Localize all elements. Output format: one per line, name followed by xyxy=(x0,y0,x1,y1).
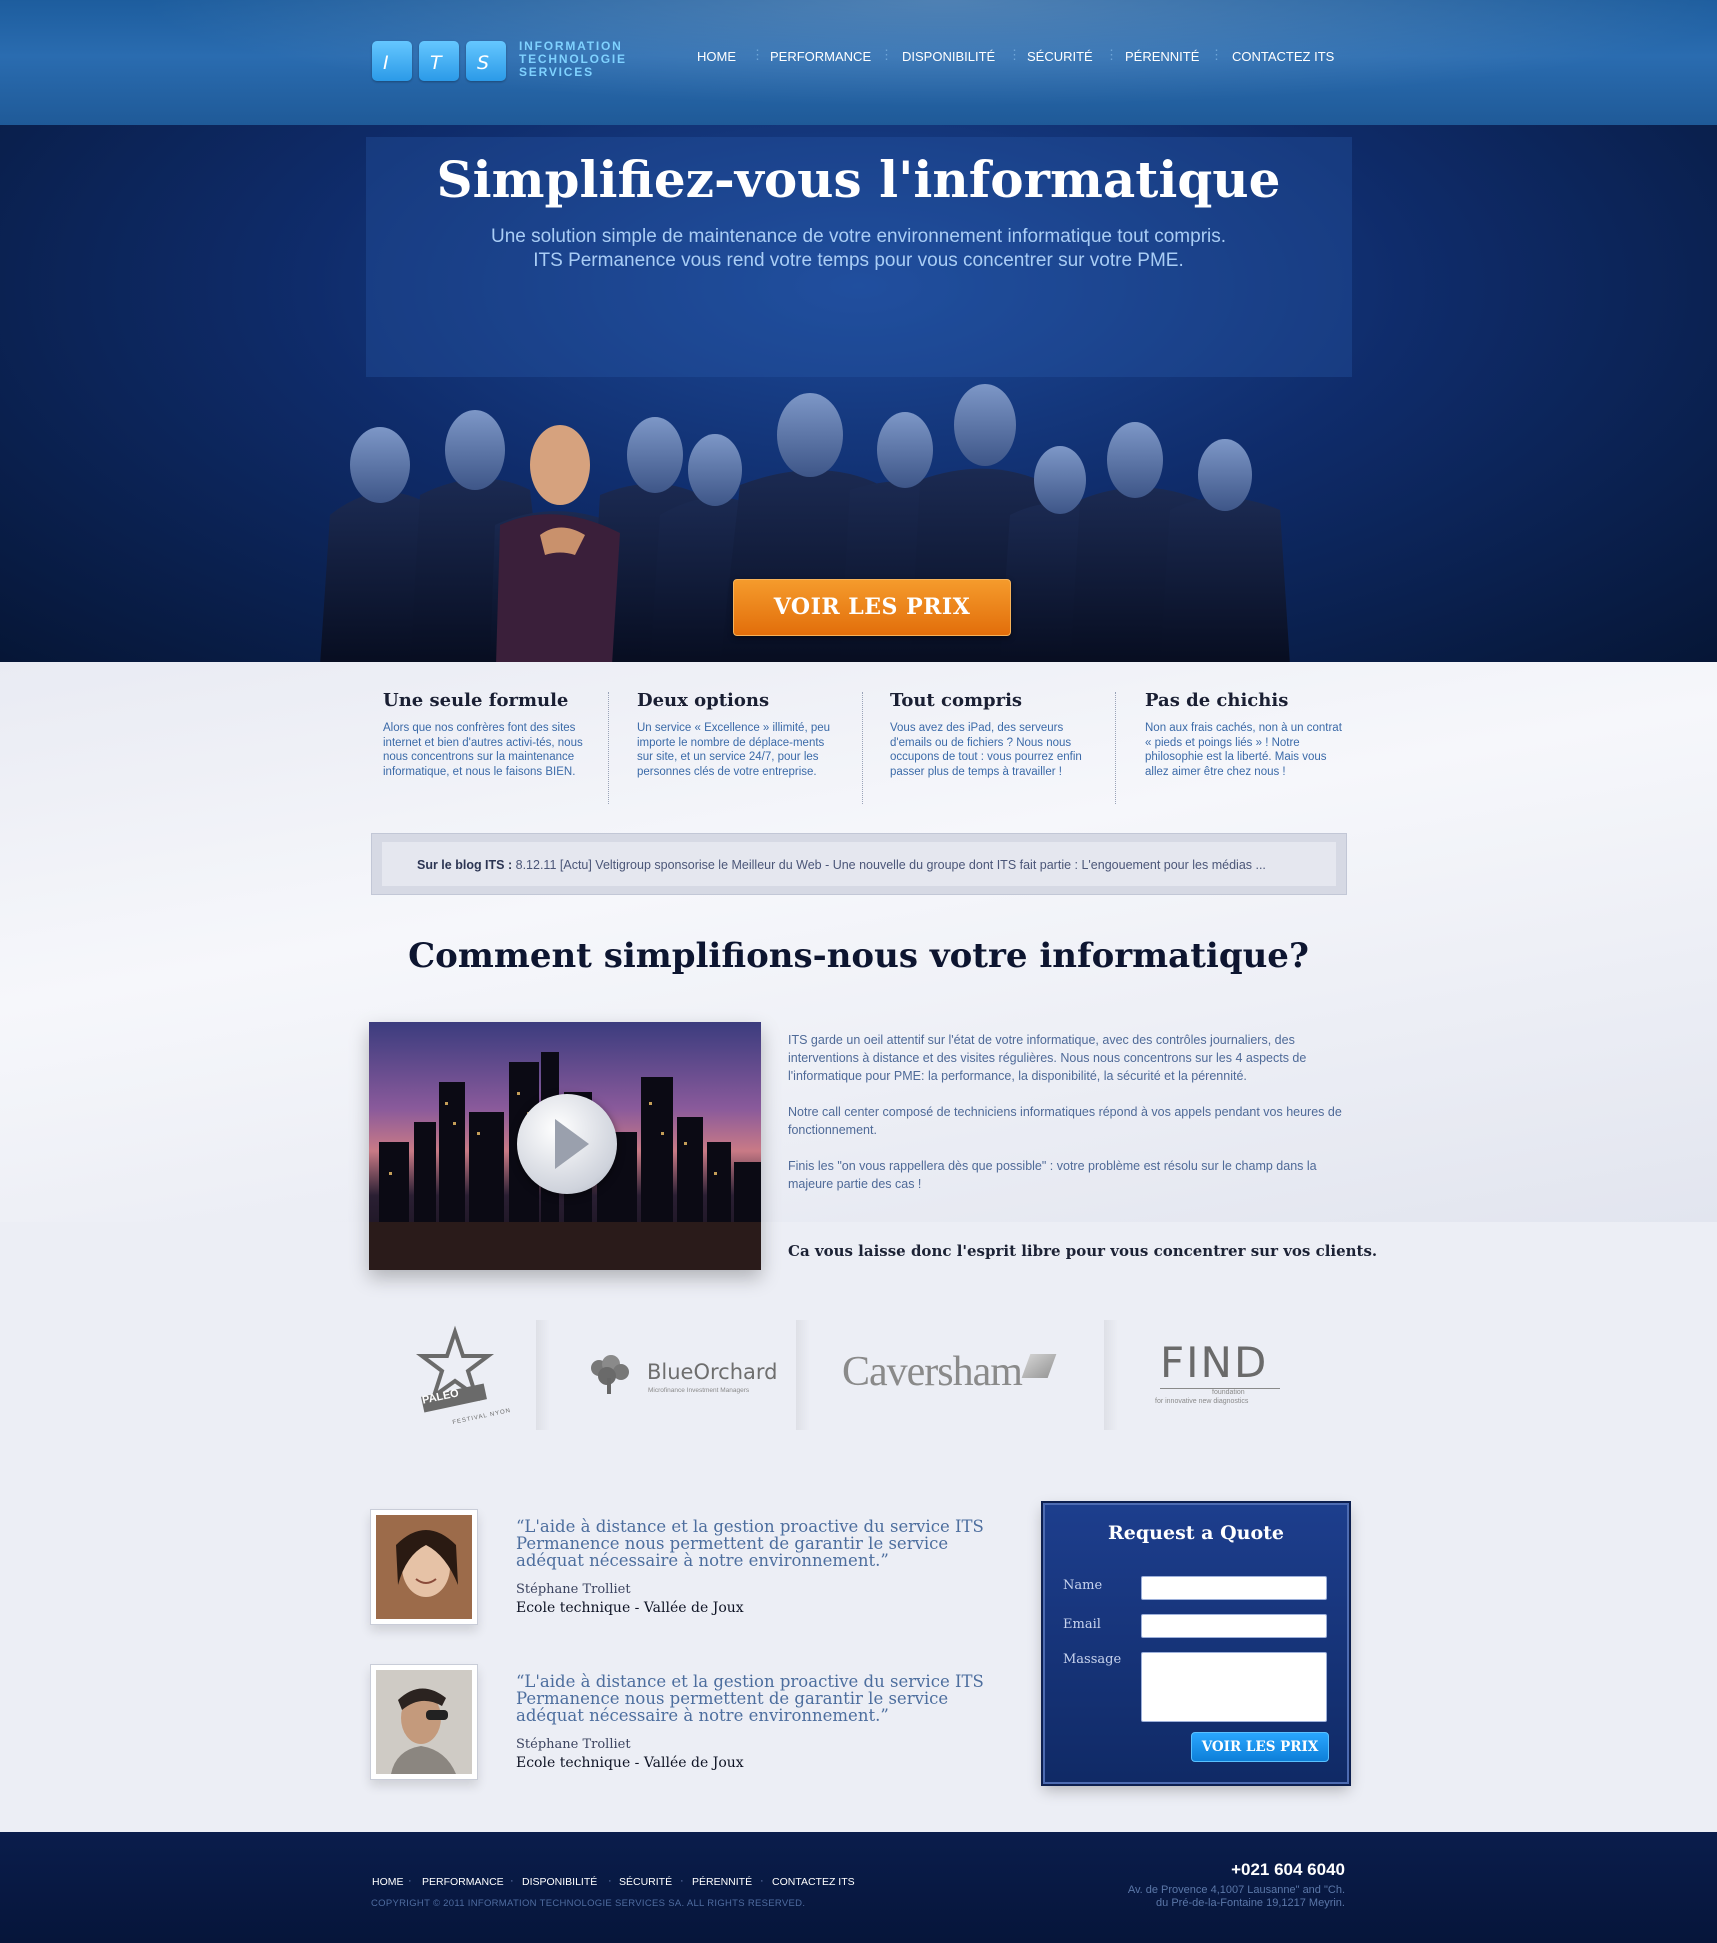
email-field[interactable] xyxy=(1141,1614,1327,1638)
testimonial-avatar xyxy=(370,1664,478,1780)
logo-text[interactable]: INFORMATION TECHNOLOGIE SERVICES xyxy=(519,40,649,79)
footer-nav-home[interactable]: HOME xyxy=(372,1876,404,1888)
footer-nav-separator: · xyxy=(510,1875,514,1887)
find-text: FIND xyxy=(1160,1338,1269,1387)
feature-divider xyxy=(862,692,863,804)
blueorchard-logo[interactable]: BlueOrchard Microfinance Investment Mana… xyxy=(585,1320,778,1430)
feature-title: Deux options xyxy=(637,690,770,711)
find-logo[interactable]: FIND foundation for innovative new diagn… xyxy=(1150,1320,1290,1430)
nav-separator: ⋮ xyxy=(1210,47,1223,62)
feature-text: Un service « Excellence » illimité, peu … xyxy=(637,722,831,778)
logo-text-line: SERVICES xyxy=(519,65,594,79)
logo-tile-t[interactable]: T xyxy=(419,41,459,81)
testimonial-quote: “L'aide à distance et la gestion proacti… xyxy=(516,1517,984,1570)
nav-performance[interactable]: PERFORMANCE xyxy=(770,49,871,64)
hero-subtitle: Une solution simple de maintenance de vo… xyxy=(0,225,1717,273)
caversham-text: Caversham xyxy=(842,1349,1023,1395)
section-title: Comment simplifions-nous votre informati… xyxy=(408,936,1309,976)
caversham-logo[interactable]: Caversham xyxy=(840,1320,1070,1430)
header: I T S INFORMATION TECHNOLOGIE SERVICES H… xyxy=(0,0,1717,125)
nav-separator: ⋮ xyxy=(1008,47,1021,62)
testimonial-author: Stéphane Trolliet xyxy=(516,1737,631,1752)
blueorchard-subtext: Microfinance Investment Managers xyxy=(648,1387,750,1394)
testimonial-author: Stéphane Trolliet xyxy=(516,1582,631,1597)
how-highlight: Ca vous laisse donc l'esprit libre pour … xyxy=(788,1242,1378,1260)
form-submit-button[interactable]: VOIR LES PRIX xyxy=(1191,1732,1329,1762)
testimonial-company: Ecole technique - Vallée de Joux xyxy=(516,1755,744,1771)
footer: HOME · PERFORMANCE · DISPONIBILITÉ · SÉC… xyxy=(0,1832,1717,1943)
hero-subtitle-line: Une solution simple de maintenance de vo… xyxy=(490,226,1227,247)
address-line: Av. de Provence 4,1007 Lausanne" and "Ch… xyxy=(1127,1884,1345,1896)
logo-divider xyxy=(796,1320,810,1430)
nav-securite[interactable]: SÉCURITÉ xyxy=(1027,49,1093,64)
name-field[interactable] xyxy=(1141,1576,1327,1600)
feature-divider xyxy=(608,692,609,804)
blog-label: Sur le blog ITS : xyxy=(417,858,513,872)
logo-tile-i[interactable]: I xyxy=(372,41,412,81)
nav-disponibilite[interactable]: DISPONIBILITÉ xyxy=(902,49,995,64)
blog-headline[interactable]: 8.12.11 [Actu] Veltigroup sponsorise le … xyxy=(512,858,1266,872)
feature-text: Alors que nos confrères font des sites i… xyxy=(383,722,583,778)
logo-divider xyxy=(1104,1320,1118,1430)
form-title: Request a Quote xyxy=(1108,1522,1284,1544)
footer-nav-separator: · xyxy=(760,1875,764,1887)
footer-nav-separator: · xyxy=(680,1875,684,1887)
hero-subtitle-line: ITS Permanence vous rend votre temps pou… xyxy=(533,250,1184,271)
feature-divider xyxy=(1115,692,1116,804)
logo-letter: S xyxy=(477,52,490,74)
how-paragraph: Finis les "on vous rappellera dès que po… xyxy=(788,1159,1317,1191)
nav-separator: ⋮ xyxy=(751,47,764,62)
find-subtext: for innovative new diagnostics xyxy=(1155,1398,1249,1405)
caversham-mark-icon xyxy=(1021,1354,1057,1378)
play-icon[interactable] xyxy=(517,1094,617,1194)
feature-text: Vous avez des iPad, des serveurs d'email… xyxy=(890,722,1082,778)
blueorchard-text: BlueOrchard xyxy=(647,1360,778,1384)
avatar-man-image xyxy=(376,1670,472,1774)
logo-divider xyxy=(536,1320,550,1430)
voir-les-prix-button[interactable]: VOIR LES PRIX xyxy=(733,579,1011,636)
logo-tile-s[interactable]: S xyxy=(466,41,506,81)
feature-title: Pas de chichis xyxy=(1145,690,1289,711)
message-field[interactable] xyxy=(1141,1652,1327,1722)
feature-title: Tout compris xyxy=(890,690,1023,711)
message-label: Massage xyxy=(1063,1652,1122,1667)
address: Av. de Provence 4,1007 Lausanne" and "Ch… xyxy=(1045,1884,1345,1910)
request-quote-form: Request a Quote Name Email Massage VOIR … xyxy=(1043,1503,1349,1784)
footer-nav-securite[interactable]: SÉCURITÉ xyxy=(619,1876,672,1888)
footer-nav-performance[interactable]: PERFORMANCE xyxy=(422,1876,504,1888)
feature-text: Non aux frais cachés, non à un contrat «… xyxy=(1145,722,1342,778)
logo-letter: T xyxy=(430,52,442,74)
copyright: COPYRIGHT © 2011 INFORMATION TECHNOLOGIE… xyxy=(371,1898,806,1909)
logo-letter: I xyxy=(383,52,389,74)
tree-icon xyxy=(591,1355,629,1394)
find-subtext: foundation xyxy=(1212,1389,1245,1396)
how-paragraph: ITS garde un oeil attentif sur l'état de… xyxy=(788,1033,1307,1083)
nav-separator: ⋮ xyxy=(1105,47,1118,62)
blog-ticker-text: Sur le blog ITS : 8.12.11 [Actu] Veltigr… xyxy=(417,858,1266,872)
feature-title: Une seule formule xyxy=(383,690,569,711)
video-player[interactable] xyxy=(369,1022,761,1270)
nav-separator: ⋮ xyxy=(880,47,893,62)
footer-nav-separator: · xyxy=(608,1875,612,1887)
testimonial-company: Ecole technique - Vallée de Joux xyxy=(516,1600,744,1616)
hero-banner: Simplifiez-vous l'informatique Une solut… xyxy=(0,125,1717,662)
testimonial-quote: “L'aide à distance et la gestion proacti… xyxy=(516,1672,984,1725)
hero-title: Simplifiez-vous l'informatique xyxy=(436,150,1281,209)
blog-ticker[interactable]: Sur le blog ITS : 8.12.11 [Actu] Veltigr… xyxy=(371,833,1347,895)
nav-perennite[interactable]: PÉRENNITÉ xyxy=(1125,49,1199,64)
phone-number[interactable]: +021 604 6040 xyxy=(1231,1860,1345,1880)
paleo-logo[interactable]: PALEO FESTIVAL NYON xyxy=(380,1320,530,1430)
footer-nav-perennite[interactable]: PÉRENNITÉ xyxy=(692,1876,752,1888)
address-line: du Pré-de-la-Fontaine 19,1217 Meyrin. xyxy=(1156,1897,1345,1909)
nav-home[interactable]: HOME xyxy=(697,49,736,64)
footer-nav-separator: · xyxy=(408,1875,412,1887)
footer-nav-contactez[interactable]: CONTACTEZ ITS xyxy=(772,1876,855,1888)
email-label: Email xyxy=(1063,1617,1101,1632)
how-paragraph: Notre call center composé de techniciens… xyxy=(788,1105,1342,1137)
name-label: Name xyxy=(1063,1578,1103,1593)
footer-nav-disponibilite[interactable]: DISPONIBILITÉ xyxy=(522,1876,597,1888)
avatar-woman-image xyxy=(376,1515,472,1619)
testimonial-avatar xyxy=(370,1509,478,1625)
nav-contactez[interactable]: CONTACTEZ ITS xyxy=(1232,49,1334,64)
